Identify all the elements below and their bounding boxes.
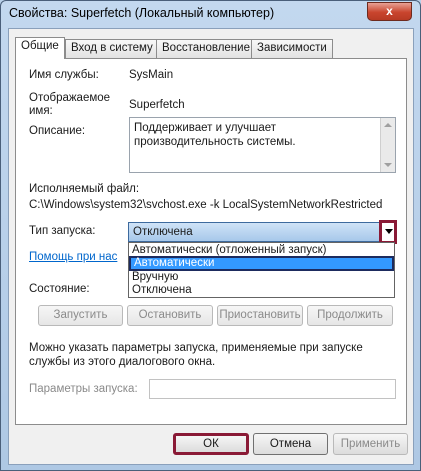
- apply-button[interactable]: Применить: [333, 433, 408, 455]
- properties-window: Свойства: Superfetch (Локальный компьюте…: [0, 0, 421, 471]
- display-name-value: Superfetch: [129, 99, 185, 111]
- startup-params-note: Можно указать параметры запуска, применя…: [29, 342, 363, 354]
- tab-general[interactable]: Общие: [15, 37, 65, 59]
- startup-params-note-cont: службы из этого диалогового окна.: [29, 356, 216, 368]
- tab-dependencies[interactable]: Зависимости: [251, 39, 333, 58]
- dropdown-arrow-button[interactable]: [379, 220, 397, 244]
- service-name-value: SysMain: [129, 69, 174, 81]
- option-automatic[interactable]: Автоматически: [129, 256, 394, 271]
- help-link[interactable]: Помощь при нас: [29, 251, 117, 263]
- startup-params-input[interactable]: [149, 379, 396, 399]
- executable-label: Исполняемый файл:: [29, 183, 140, 195]
- startup-type-current: Отключена: [133, 226, 193, 238]
- service-name-label: Имя службы:: [29, 69, 99, 81]
- window-title: Свойства: Superfetch (Локальный компьюте…: [9, 6, 275, 20]
- startup-type-label: Тип запуска:: [29, 225, 96, 237]
- chevron-down-icon: [385, 229, 393, 234]
- title-bar[interactable]: Свойства: Superfetch (Локальный компьюте…: [1, 1, 420, 27]
- status-label: Состояние:: [29, 283, 90, 295]
- description-text: Поддерживает и улучшает производительнос…: [134, 122, 296, 148]
- option-disabled[interactable]: Отключена: [129, 284, 394, 297]
- start-button[interactable]: Запустить: [38, 305, 123, 326]
- ok-button[interactable]: ОК: [173, 433, 249, 455]
- cancel-button[interactable]: Отмена: [253, 433, 328, 455]
- stop-button[interactable]: Остановить: [127, 305, 213, 326]
- tab-recovery[interactable]: Восстановление: [156, 39, 256, 58]
- display-name-label-cont: имя:: [29, 105, 53, 117]
- resume-button[interactable]: Продолжить: [307, 305, 393, 326]
- display-name-label: Отображаемое: [29, 92, 111, 104]
- startup-params-label: Параметры запуска:: [29, 383, 138, 395]
- close-icon: x: [386, 4, 393, 18]
- description-label: Описание:: [29, 125, 86, 137]
- executable-path: C:\Windows\system32\svchost.exe -k Local…: [29, 199, 383, 211]
- scroll-down-arrow-icon[interactable]: [384, 163, 392, 167]
- option-manual[interactable]: Вручную: [129, 271, 394, 284]
- close-button[interactable]: x: [367, 2, 412, 21]
- startup-type-dropdown-list: Автоматически (отложенный запуск) Автома…: [128, 242, 395, 298]
- general-tab-panel: Имя службы: SysMain Отображаемое имя: Su…: [15, 58, 407, 425]
- dialog-body: Общие Вход в систему Восстановление Зави…: [8, 28, 414, 465]
- pause-button[interactable]: Приостановить: [217, 305, 303, 326]
- scroll-up-arrow-icon[interactable]: [384, 123, 392, 127]
- description-scrollbar[interactable]: [380, 118, 395, 172]
- description-box[interactable]: Поддерживает и улучшает производительнос…: [129, 117, 396, 173]
- tab-logon[interactable]: Вход в систему: [65, 39, 159, 58]
- startup-type-select[interactable]: Отключена: [128, 220, 397, 244]
